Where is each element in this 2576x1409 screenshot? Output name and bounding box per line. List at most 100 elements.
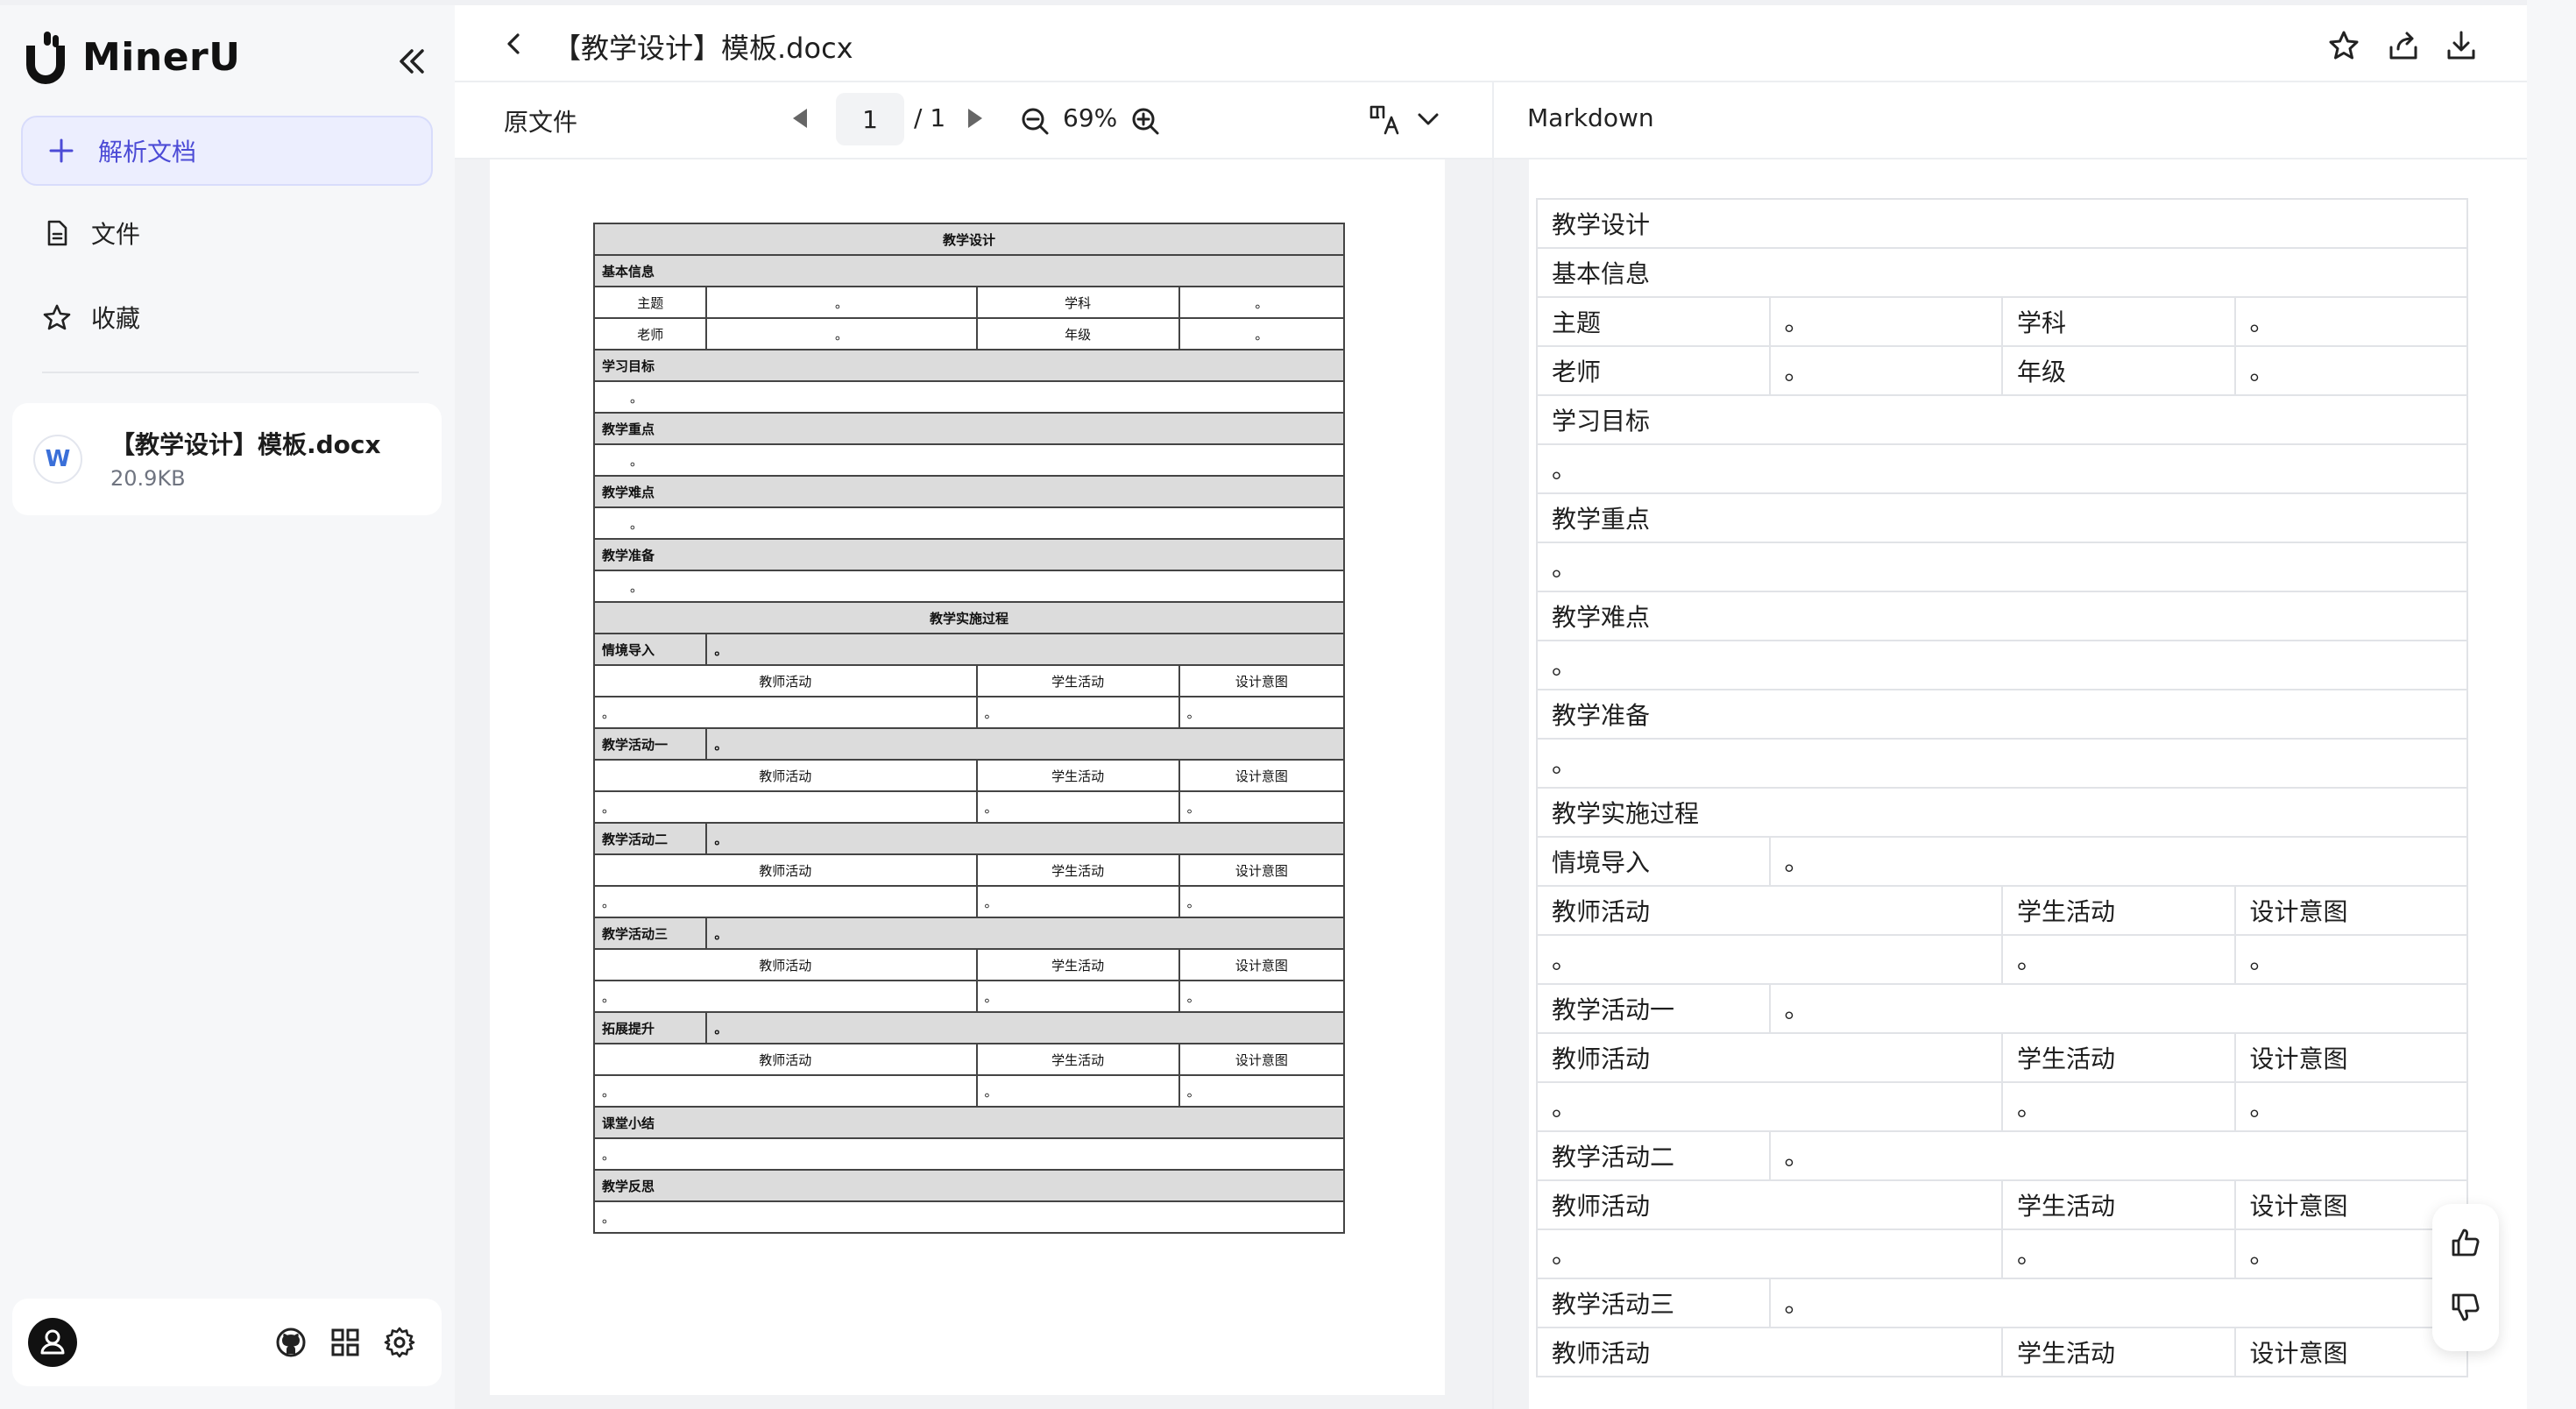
- markdown-tab-label: Markdown: [1527, 103, 1654, 132]
- md-placeholder: 。: [1536, 542, 2468, 592]
- favorite-star-icon[interactable]: [2326, 28, 2361, 63]
- md-student-activity: 学生活动: [2001, 1032, 2236, 1083]
- translate-icon[interactable]: [1368, 102, 1403, 137]
- md-activity3: 教学活动三: [1536, 1278, 1771, 1328]
- doc-title: 教学设计: [593, 223, 1345, 256]
- right-edge-strip: [2527, 0, 2576, 1409]
- doc-grade: 年级: [975, 317, 1180, 350]
- sidebar-footer: [12, 1299, 442, 1386]
- md-activity2: 教学活动二: [1536, 1130, 1771, 1181]
- doc-placeholder: 。: [975, 1074, 1180, 1108]
- doc-summary: 课堂小结: [593, 1106, 1345, 1139]
- share-icon[interactable]: [2386, 28, 2421, 63]
- md-placeholder: 。: [1768, 345, 2003, 396]
- doc-placeholder: 。: [593, 570, 1345, 603]
- doc-student-activity: 学生活动: [975, 759, 1180, 792]
- document-page: 教学设计 基本信息 主题 。 学科 。 老师 。 年级 。 学习目标 。 教学重…: [490, 159, 1445, 1395]
- md-teacher-activity: 教师活动: [1536, 1327, 2003, 1377]
- doc-placeholder: 。: [593, 790, 978, 824]
- file-list-item[interactable]: W 【教学设计】模板.docx 20.9KB: [12, 403, 442, 515]
- doc-teacher-activity: 教师活动: [593, 1043, 978, 1076]
- doc-placeholder: 。: [705, 633, 1345, 666]
- doc-design-intent: 设计意图: [1178, 853, 1346, 887]
- chevron-down-icon[interactable]: [1415, 109, 1441, 130]
- settings-gear-icon[interactable]: [382, 1325, 417, 1360]
- zoom-in-icon[interactable]: [1129, 105, 1161, 137]
- doc-placeholder: 。: [975, 790, 1180, 824]
- doc-placeholder: 。: [975, 696, 1180, 729]
- prev-page-icon[interactable]: [793, 109, 807, 128]
- parse-document-label: 解析文档: [98, 138, 197, 166]
- md-subject: 学科: [2001, 296, 2236, 347]
- doc-activity3: 教学活动三: [592, 917, 708, 950]
- doc-activity1: 教学活动一: [592, 727, 708, 761]
- md-difficulties: 教学难点: [1536, 591, 2468, 641]
- md-teacher-activity: 教师活动: [1536, 1032, 2003, 1083]
- doc-placeholder: 。: [705, 822, 1345, 855]
- zoom-out-icon[interactable]: [1019, 105, 1051, 137]
- feedback-panel: [2432, 1204, 2499, 1351]
- md-placeholder: 。: [1536, 640, 2468, 690]
- doc-student-activity: 学生活动: [975, 1043, 1180, 1076]
- avatar[interactable]: [28, 1318, 77, 1367]
- md-placeholder: 。: [2001, 934, 2236, 985]
- doc-placeholder: 。: [1178, 790, 1346, 824]
- nav-item-files[interactable]: 文件: [42, 216, 140, 251]
- markdown-table: 教学设计 基本信息 主题 。 学科 。 老师 。 年级 。 学习目标 。 教学重…: [1536, 198, 2468, 1377]
- word-file-icon: W: [33, 435, 82, 484]
- doc-activity2: 教学活动二: [592, 822, 708, 855]
- md-teacher-activity: 教师活动: [1536, 885, 2003, 936]
- md-placeholder: 。: [2233, 934, 2468, 985]
- doc-basic-info: 基本信息: [593, 254, 1345, 287]
- doc-teacher-activity: 教师活动: [593, 853, 978, 887]
- back-arrow-icon[interactable]: [499, 28, 530, 60]
- doc-placeholder: 。: [1178, 286, 1346, 319]
- star-icon: [43, 304, 71, 330]
- md-placeholder: 。: [1536, 1228, 2003, 1279]
- nav-item-favorites[interactable]: 收藏: [42, 300, 140, 335]
- doc-placeholder: 。: [705, 286, 978, 319]
- doc-student-activity: 学生活动: [975, 664, 1180, 697]
- md-teacher: 老师: [1536, 345, 1771, 396]
- plus-icon: [49, 138, 74, 163]
- main-area: 【教学设计】模板.docx 原文件 1 / 1 69% Markdown 教学设…: [455, 0, 2527, 1409]
- md-student-activity: 学生活动: [2001, 1179, 2236, 1230]
- md-design-intent: 设计意图: [2233, 885, 2468, 936]
- doc-placeholder: 。: [593, 443, 1345, 477]
- md-placeholder: 。: [1768, 983, 2468, 1034]
- github-icon[interactable]: [273, 1325, 308, 1360]
- page-total: / 1: [914, 103, 946, 132]
- doc-placeholder: 。: [1178, 885, 1346, 918]
- doc-design-intent: 设计意图: [1178, 1043, 1346, 1076]
- page-number-input[interactable]: 1: [836, 93, 904, 145]
- app-name: MinerU: [82, 34, 241, 80]
- next-page-icon[interactable]: [968, 109, 982, 128]
- download-icon[interactable]: [2444, 28, 2479, 63]
- thumbs-up-icon[interactable]: [2448, 1225, 2483, 1260]
- md-placeholder: 。: [1768, 1130, 2468, 1181]
- md-placeholder: 。: [2001, 1081, 2236, 1132]
- app-logo[interactable]: MinerU: [19, 30, 240, 84]
- doc-placeholder: 。: [593, 380, 1345, 414]
- md-placeholder: 。: [1768, 836, 2468, 887]
- document-table: 教学设计 基本信息 主题 。 学科 。 老师 。 年级 。 学习目标 。 教学重…: [592, 223, 1346, 1234]
- markdown-panel-gutter: [1494, 159, 1529, 1409]
- parse-document-button[interactable]: 解析文档: [21, 116, 433, 186]
- doc-key-points: 教学重点: [593, 412, 1345, 445]
- doc-placeholder: 。: [593, 1137, 1345, 1171]
- doc-teacher: 老师: [592, 317, 708, 350]
- md-placeholder: 。: [1536, 738, 2468, 789]
- md-placeholder: 。: [2233, 1081, 2468, 1132]
- md-key-points: 教学重点: [1536, 492, 2468, 543]
- md-placeholder: 。: [2001, 1228, 2236, 1279]
- md-grade: 年级: [2001, 345, 2236, 396]
- nav-item-favorites-label: 收藏: [91, 304, 141, 333]
- apps-grid-icon[interactable]: [328, 1325, 363, 1360]
- thumbs-down-icon[interactable]: [2448, 1290, 2483, 1325]
- doc-teacher-activity: 教师活动: [593, 948, 978, 981]
- doc-objectives: 学习目标: [593, 349, 1345, 382]
- header-bar: 【教学设计】模板.docx: [455, 0, 2527, 82]
- nav-item-files-label: 文件: [91, 220, 141, 249]
- collapse-sidebar-icon[interactable]: [393, 42, 431, 81]
- doc-intro: 情境导入: [592, 633, 708, 666]
